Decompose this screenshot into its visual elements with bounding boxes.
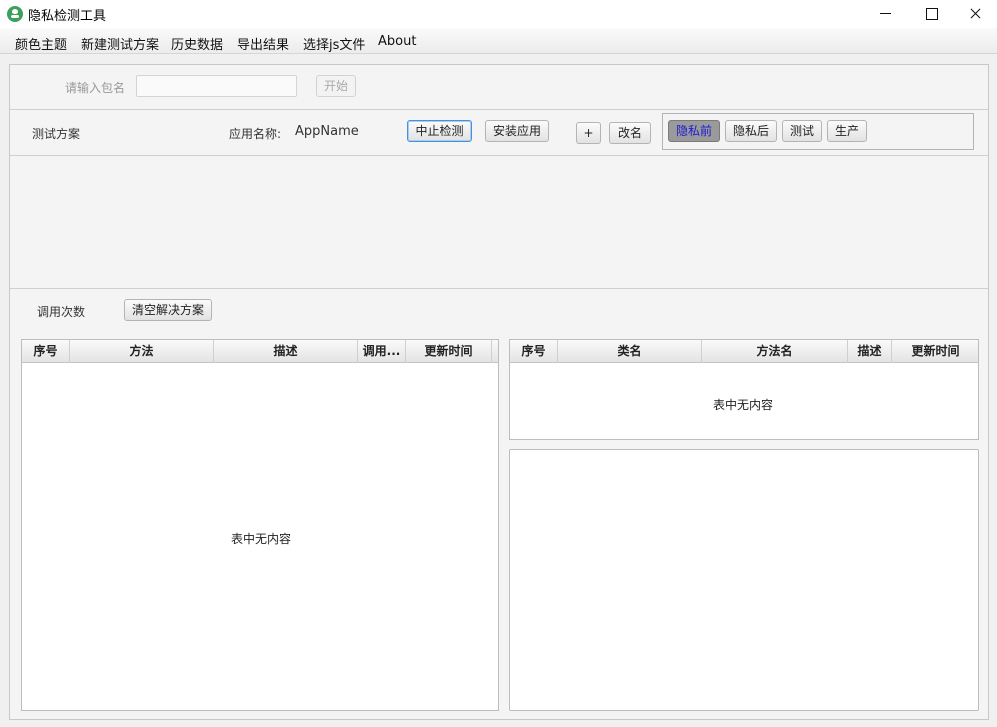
clear-solutions-button[interactable]: 清空解决方案 [124,299,212,321]
add-scheme-button[interactable]: + [576,122,601,144]
divider [10,109,988,110]
install-app-button[interactable]: 安装应用 [485,120,549,142]
package-name-label: 请输入包名 [65,81,126,95]
menu-history-data[interactable]: 历史数据 [171,34,223,53]
detail-text-area[interactable] [509,449,979,711]
scheme-button-before-privacy[interactable]: 隐私前 [668,120,720,142]
method-calls-table[interactable]: 序号 方法 描述 调用... 更新时间 表中无内容 [21,339,499,711]
app-name-label: 应用名称: [229,127,282,141]
table-header: 序号 类名 方法名 描述 更新时间 [510,340,978,363]
scheme-selector-group: 隐私前 隐私后 测试 生产 [662,113,974,150]
column-header-index[interactable]: 序号 [22,340,70,363]
package-name-input[interactable] [136,75,297,97]
main-panel: 请输入包名 开始 测试方案 应用名称: AppName 中止检测 安装应用 + … [9,64,989,720]
start-button[interactable]: 开始 [316,75,356,97]
call-count-label: 调用次数 [37,305,86,319]
column-header-method[interactable]: 方法 [70,340,214,363]
app-icon [7,6,23,22]
column-header-call-count[interactable]: 调用... [358,340,406,363]
title-bar: 隐私检测工具 [0,0,997,28]
scheme-button-test[interactable]: 测试 [782,120,822,142]
divider [10,155,988,156]
column-header-description[interactable]: 描述 [848,340,892,363]
window-title: 隐私检测工具 [28,9,107,24]
menu-color-theme[interactable]: 颜色主题 [15,34,67,53]
menu-bar: 颜色主题 新建测试方案 历史数据 导出结果 选择js文件 About [0,28,997,54]
column-header-update-time[interactable]: 更新时间 [406,340,492,363]
column-header-method-name[interactable]: 方法名 [702,340,848,363]
column-header-class-name[interactable]: 类名 [558,340,702,363]
menu-select-js-file[interactable]: 选择js文件 [303,34,365,53]
class-methods-table[interactable]: 序号 类名 方法名 描述 更新时间 表中无内容 [509,339,979,440]
column-header-index[interactable]: 序号 [510,340,558,363]
empty-table-placeholder: 表中无内容 [231,532,292,546]
table-header: 序号 方法 描述 调用... 更新时间 [22,340,498,363]
close-icon[interactable] [952,0,997,28]
scheme-button-production[interactable]: 生产 [827,120,867,142]
minimize-icon[interactable] [862,0,908,28]
menu-about[interactable]: About [378,34,416,49]
column-header-description[interactable]: 描述 [214,340,358,363]
app-name-value: AppName [295,124,359,139]
rename-scheme-button[interactable]: 改名 [609,122,651,144]
stop-detection-button[interactable]: 中止检测 [407,120,472,142]
test-scheme-label: 测试方案 [32,127,81,141]
menu-new-test-scheme[interactable]: 新建测试方案 [81,34,159,53]
column-header-update-time[interactable]: 更新时间 [892,340,978,363]
empty-table-placeholder: 表中无内容 [713,398,774,412]
divider [10,288,988,289]
maximize-icon[interactable] [908,0,954,28]
menu-export-results[interactable]: 导出结果 [237,34,289,53]
scheme-button-after-privacy[interactable]: 隐私后 [725,120,777,142]
